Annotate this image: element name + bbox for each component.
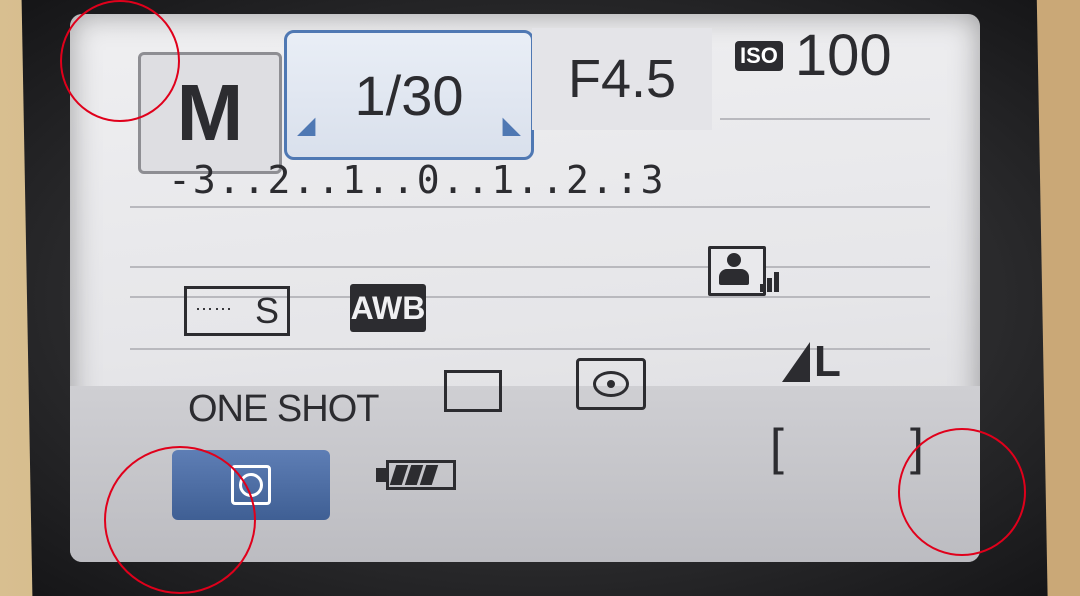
lcd-screen: M ◢ 1/30 ◣ F4.5 ISO 100 -3..2..1..0..1..… <box>70 14 980 562</box>
arrow-left-icon: ◢ <box>297 112 316 139</box>
white-balance-setting[interactable]: AWB <box>350 284 426 332</box>
picture-style-icon: ⋯⋯ <box>195 299 233 319</box>
battery-icon <box>376 460 456 490</box>
aperture-setting[interactable]: F4.5 <box>532 28 712 130</box>
battery-cell <box>419 465 439 485</box>
battery-shell <box>386 460 456 490</box>
battery-tip <box>376 468 386 482</box>
divider <box>720 118 930 120</box>
single-shot-icon[interactable] <box>444 370 502 412</box>
shutter-speed-setting[interactable]: ◢ 1/30 ◣ <box>284 30 534 160</box>
quick-control-icon <box>231 465 271 505</box>
image-quality-setting[interactable]: L <box>782 337 841 386</box>
quick-control-inner <box>239 473 263 497</box>
af-mode-setting[interactable]: ONE SHOT <box>188 388 379 431</box>
shooting-mode[interactable]: M <box>138 52 282 174</box>
divider <box>130 266 930 268</box>
arrow-right-icon: ◣ <box>502 112 521 139</box>
auto-lighting-optimizer-icon[interactable] <box>708 246 766 296</box>
iso-label: ISO <box>735 40 783 71</box>
alo-level-bars <box>760 272 779 292</box>
shots-remaining-bracket-right: ] <box>910 419 924 475</box>
shutter-speed-value: 1/30 <box>354 63 464 127</box>
picture-style-setting[interactable]: ⋯⋯ S <box>184 286 290 336</box>
quality-fine-icon <box>782 342 810 382</box>
picture-style-label: S <box>254 290 279 331</box>
portrait-body <box>719 269 749 285</box>
divider <box>130 206 930 208</box>
iso-setting[interactable]: ISO 100 <box>735 22 892 89</box>
quick-control-button[interactable] <box>172 450 330 520</box>
image-quality-label: L <box>814 337 841 386</box>
shots-remaining-bracket-left: [ <box>770 419 784 475</box>
metering-eye <box>593 371 629 397</box>
metering-dot <box>607 380 615 388</box>
iso-value: 100 <box>794 23 892 88</box>
portrait-head <box>727 253 741 267</box>
exposure-compensation-scale[interactable]: -3..2..1..0..1..2.:3 <box>168 158 666 202</box>
evaluative-metering-icon[interactable] <box>576 358 646 410</box>
